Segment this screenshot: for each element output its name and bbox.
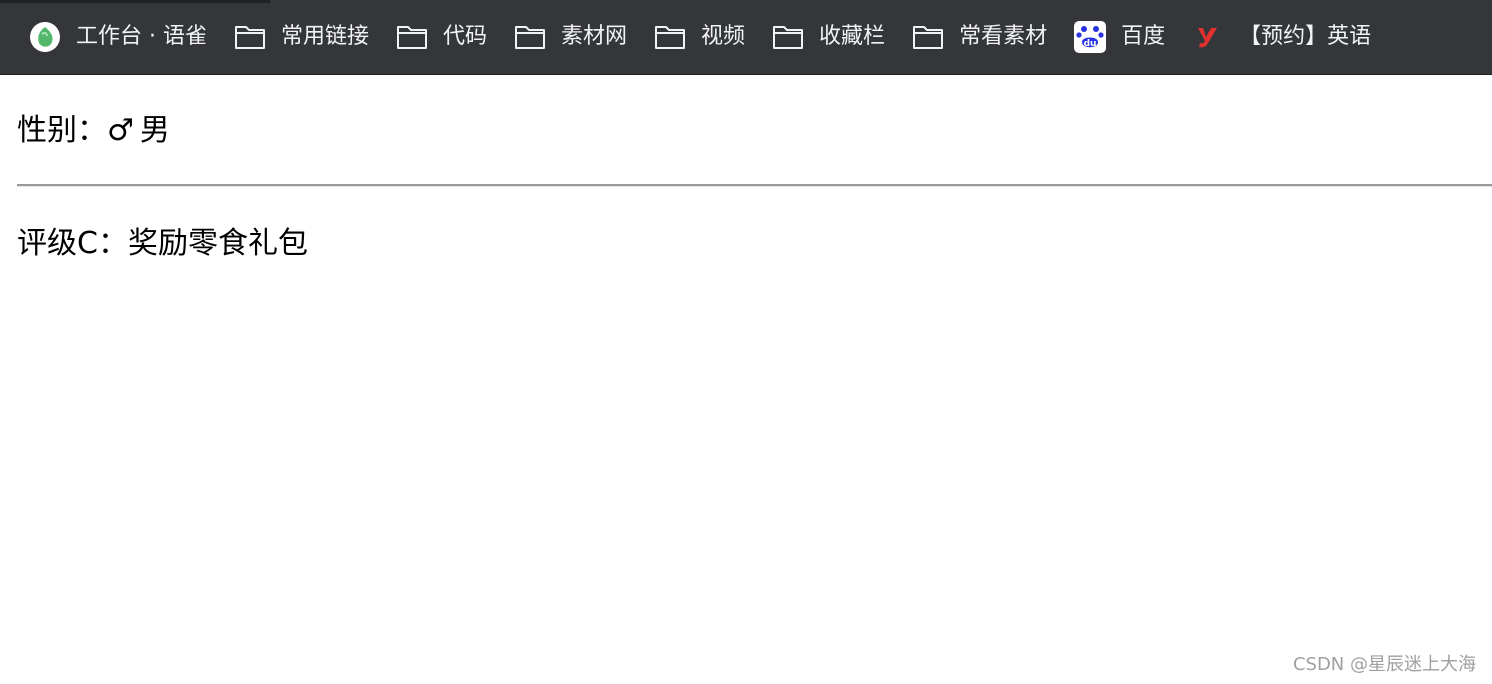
- horizontal-rule: [17, 184, 1492, 187]
- bookmarks-bar: 工作台 · 语雀 常用链接 代码 素材网 视频 收藏栏 常看素材 du 百度 【…: [0, 0, 1492, 75]
- folder-icon: [513, 20, 547, 54]
- bookmark-folder-assets[interactable]: 素材网: [503, 15, 637, 59]
- yuque-logo-icon: [28, 20, 62, 54]
- page-content: 性别： ♂ 男 评级C：奖励零食礼包 CSDN @星辰迷上大海: [0, 75, 1492, 684]
- bookmark-baidu[interactable]: du 百度: [1063, 15, 1175, 59]
- gender-line: 性别： ♂ 男: [17, 109, 170, 153]
- svg-text:du: du: [1084, 39, 1097, 49]
- bookmark-folder-video[interactable]: 视频: [643, 15, 755, 59]
- bookmark-label: 【预约】英语: [1239, 24, 1372, 49]
- bookmark-label: 代码: [443, 24, 488, 49]
- bookmark-label: 工作台 · 语雀: [76, 24, 207, 49]
- folder-icon: [911, 20, 945, 54]
- gender-label: 性别：: [17, 113, 107, 148]
- watermark: CSDN @星辰迷上大海: [1292, 654, 1476, 675]
- bookmark-folder-common-links[interactable]: 常用链接: [223, 15, 379, 59]
- bookmark-label: 视频: [701, 24, 746, 49]
- bookmark-folder-favorites[interactable]: 收藏栏: [761, 15, 895, 59]
- bookmark-label: 百度: [1121, 24, 1166, 49]
- male-icon: ♂: [107, 113, 134, 148]
- bookmark-label: 素材网: [561, 24, 628, 49]
- bookmark-english-reservation[interactable]: 【预约】英语: [1181, 15, 1381, 59]
- bookmark-label: 收藏栏: [819, 24, 886, 49]
- bookmark-label: 常用链接: [280, 24, 369, 49]
- gender-value: 男: [139, 113, 170, 148]
- bookmark-folder-code[interactable]: 代码: [385, 15, 497, 59]
- y-logo-icon: [1191, 20, 1225, 54]
- rating-text: 评级C：奖励零食礼包: [17, 226, 308, 261]
- folder-icon: [771, 20, 805, 54]
- baidu-logo-icon: du: [1073, 20, 1107, 54]
- folder-icon: [653, 20, 687, 54]
- bookmark-folder-frequent-assets[interactable]: 常看素材: [901, 15, 1057, 59]
- folder-icon: [395, 20, 429, 54]
- bookmark-yuque[interactable]: 工作台 · 语雀: [18, 15, 217, 59]
- bookmark-label: 常看素材: [959, 24, 1048, 49]
- folder-icon: [233, 20, 267, 54]
